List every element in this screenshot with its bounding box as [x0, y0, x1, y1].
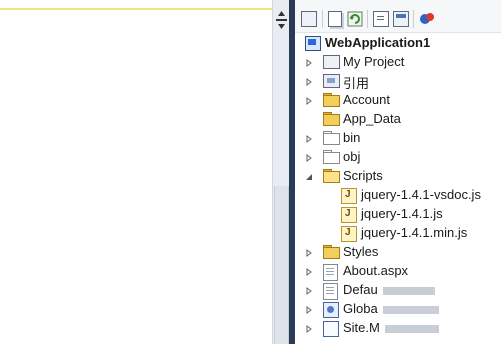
view-designer-icon[interactable]	[392, 10, 410, 28]
toolbar-separator	[413, 10, 414, 28]
redaction-blur	[385, 324, 440, 333]
tree-item-jquery-min[interactable]: jquery-1.4.1.min.js	[313, 224, 501, 243]
folder-hidden-icon	[323, 131, 340, 145]
folder-hidden-icon	[323, 150, 340, 164]
expand-icon[interactable]	[305, 268, 313, 276]
expand-icon[interactable]	[305, 306, 313, 314]
toolbar-separator	[322, 10, 323, 28]
tree-item-label: jquery-1.4.1.min.js	[361, 225, 468, 240]
expand-icon[interactable]	[305, 287, 313, 295]
tree-item-label: App_Data	[343, 111, 401, 126]
code-editor-pane[interactable]	[0, 0, 272, 344]
show-all-files-icon[interactable]	[326, 10, 344, 28]
tree-item-label: jquery-1.4.1-vsdoc.js	[361, 187, 481, 202]
tree-item-account[interactable]: Account	[295, 91, 501, 110]
tree-item-jquery[interactable]: jquery-1.4.1.js	[313, 205, 501, 224]
tree-root-label: WebApplication1	[325, 35, 431, 50]
solution-tree: WebApplication1 My Project 引用 Account Ap…	[295, 34, 501, 344]
collapse-icon[interactable]	[305, 173, 313, 181]
tree-item-label: My Project	[343, 54, 405, 69]
tree-item-bin[interactable]: bin	[295, 129, 501, 148]
solution-explorer-toolbar	[295, 0, 501, 33]
tree-item-label: Globa	[343, 301, 378, 316]
expand-icon[interactable]	[305, 154, 313, 162]
properties-icon[interactable]	[300, 10, 318, 28]
my-project-icon	[323, 55, 340, 69]
expand-icon[interactable]	[305, 325, 313, 333]
tree-item-label: Defau	[343, 282, 378, 297]
tree-item-label: About.aspx	[343, 263, 409, 278]
tree-item-label: Scripts	[343, 168, 383, 183]
copy-website-icon[interactable]	[418, 10, 436, 28]
js-file-icon	[341, 188, 357, 204]
expand-icon[interactable]	[305, 59, 313, 67]
aspx-file-icon	[323, 264, 339, 281]
expand-icon[interactable]	[305, 249, 313, 257]
project-icon	[305, 36, 321, 51]
expand-icon[interactable]	[305, 135, 313, 143]
redaction-blur	[383, 286, 436, 295]
tree-item-obj[interactable]: obj	[295, 148, 501, 167]
master-file-icon	[323, 321, 339, 337]
expand-icon[interactable]	[305, 78, 313, 86]
tree-item-about[interactable]: About.aspx	[295, 262, 501, 281]
js-file-icon	[341, 207, 357, 223]
tree-item-label: jquery-1.4.1.js	[361, 206, 443, 221]
tree-item-label: 引用	[343, 76, 370, 91]
folder-icon	[323, 245, 340, 259]
tree-item-label: Account	[343, 92, 390, 107]
tree-root[interactable]: WebApplication1	[295, 34, 501, 53]
expand-icon[interactable]	[305, 97, 313, 105]
solution-explorer: WebApplication1 My Project 引用 Account Ap…	[295, 0, 501, 344]
tree-item-label-wrapper: Defau	[343, 282, 436, 297]
refresh-icon[interactable]	[346, 10, 364, 28]
toolbar-separator	[367, 10, 368, 28]
references-icon	[323, 74, 340, 88]
tree-item-label: bin	[343, 130, 361, 145]
tree-item-styles[interactable]: Styles	[295, 243, 501, 262]
aspx-file-icon	[323, 283, 339, 300]
tree-item-site-master[interactable]: Site.M	[295, 319, 501, 338]
tree-item-default[interactable]: Defau	[295, 281, 501, 300]
current-line-highlight	[0, 8, 272, 10]
tree-item-my-project[interactable]: My Project	[295, 53, 501, 72]
folder-icon	[323, 93, 340, 107]
tree-item-app-data[interactable]: App_Data	[295, 110, 501, 129]
js-file-icon	[341, 226, 357, 242]
view-code-icon[interactable]	[372, 10, 390, 28]
tree-item-scripts[interactable]: Scripts	[295, 167, 501, 186]
global-asax-icon	[323, 302, 339, 318]
split-editor-icon[interactable]	[276, 11, 287, 29]
scrollbar-thumb[interactable]	[274, 186, 289, 344]
tree-item-jquery-vsdoc[interactable]: jquery-1.4.1-vsdoc.js	[313, 186, 501, 205]
redaction-blur	[383, 305, 440, 314]
tree-item-label: obj	[343, 149, 361, 164]
tree-item-global[interactable]: Globa	[295, 300, 501, 319]
folder-open-icon	[323, 169, 340, 183]
tree-item-label: Site.M	[343, 320, 380, 335]
tree-item-label-wrapper: Globa	[343, 301, 440, 316]
tree-item-label: Styles	[343, 244, 379, 259]
tree-item-label-wrapper: Site.M	[343, 320, 440, 335]
app-data-folder-icon	[323, 112, 340, 126]
tree-item-references[interactable]: 引用	[295, 72, 501, 91]
